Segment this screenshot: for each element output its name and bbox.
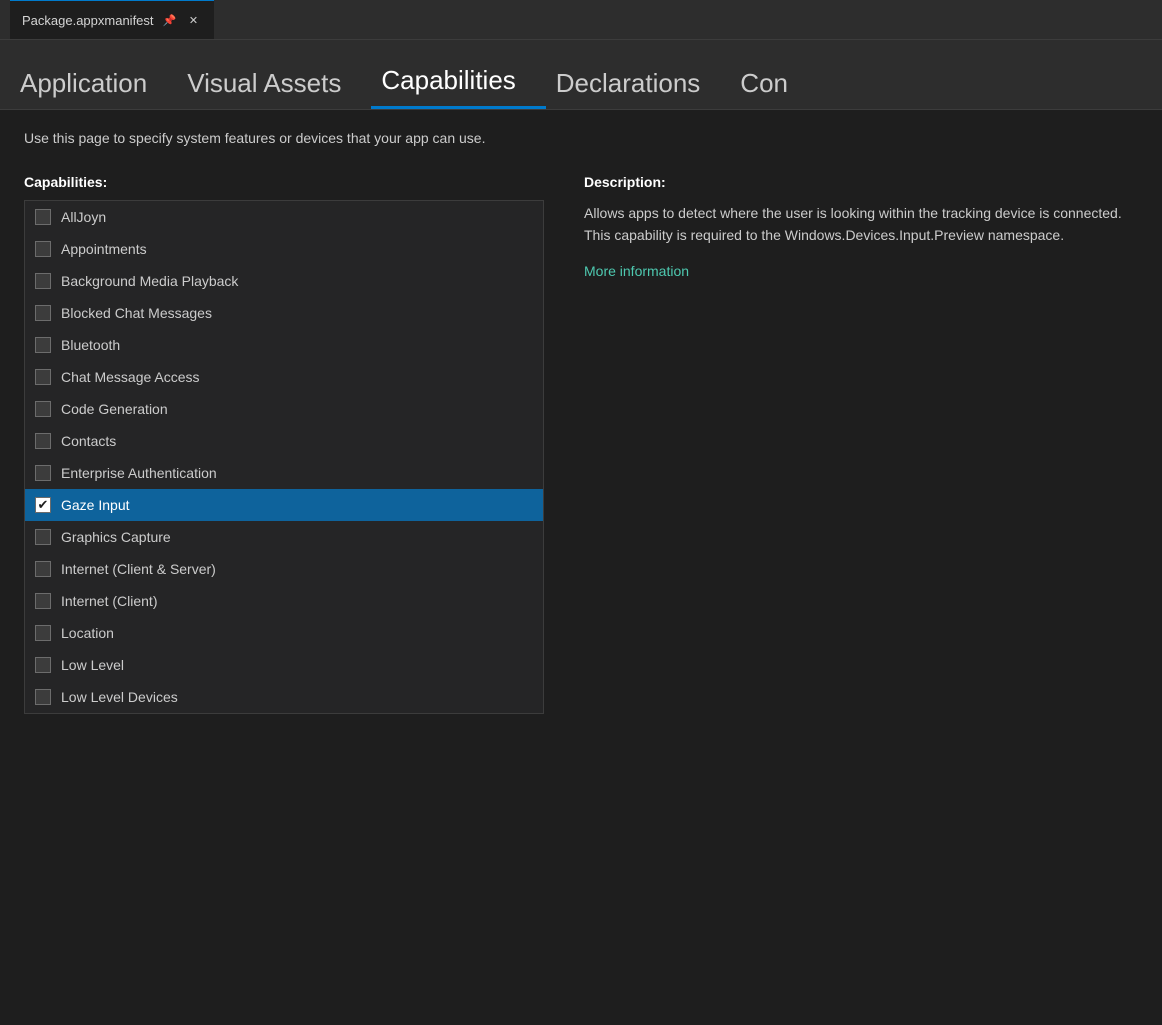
capability-item-background-media-playback[interactable]: Background Media Playback	[25, 265, 543, 297]
tab-visual-assets[interactable]: Visual Assets	[177, 40, 371, 109]
capability-label-bluetooth: Bluetooth	[61, 337, 120, 353]
capability-item-internet-client[interactable]: Internet (Client)	[25, 585, 543, 617]
capability-item-internet-client-server[interactable]: Internet (Client & Server)	[25, 553, 543, 585]
right-column: Description: Allows apps to detect where…	[584, 174, 1138, 714]
description-text: Allows apps to detect where the user is …	[584, 202, 1138, 247]
more-info-link[interactable]: More information	[584, 263, 689, 279]
capability-label-internet-client-server: Internet (Client & Server)	[61, 561, 216, 577]
file-tab-label: Package.appxmanifest	[22, 13, 154, 28]
capability-item-bluetooth[interactable]: Bluetooth	[25, 329, 543, 361]
capability-label-background-media-playback: Background Media Playback	[61, 273, 238, 289]
checkbox-blocked-chat-messages[interactable]	[35, 305, 51, 321]
checkbox-graphics-capture[interactable]	[35, 529, 51, 545]
capability-label-contacts: Contacts	[61, 433, 116, 449]
capability-item-location[interactable]: Location	[25, 617, 543, 649]
checkbox-internet-client-server[interactable]	[35, 561, 51, 577]
title-bar: Package.appxmanifest 📌 ✕	[0, 0, 1162, 40]
capability-label-code-generation: Code Generation	[61, 401, 168, 417]
checkbox-low-level-devices[interactable]	[35, 689, 51, 705]
description-section-label: Description:	[584, 174, 1138, 190]
capability-item-enterprise-authentication[interactable]: Enterprise Authentication	[25, 457, 543, 489]
checkbox-internet-client[interactable]	[35, 593, 51, 609]
capabilities-list[interactable]: AllJoyn Appointments Background Media Pl…	[25, 201, 543, 713]
left-column: Capabilities: AllJoyn Appointments Backg…	[24, 174, 544, 714]
capabilities-section-label: Capabilities:	[24, 174, 544, 190]
capability-item-code-generation[interactable]: Code Generation	[25, 393, 543, 425]
nav-tabs: Application Visual Assets Capabilities D…	[0, 40, 1162, 110]
capability-item-low-level-devices[interactable]: Low Level Devices	[25, 681, 543, 713]
capability-label-appointments: Appointments	[61, 241, 147, 257]
capability-item-chat-message-access[interactable]: Chat Message Access	[25, 361, 543, 393]
capability-label-alljoyn: AllJoyn	[61, 209, 106, 225]
checkbox-alljoyn[interactable]	[35, 209, 51, 225]
capability-item-graphics-capture[interactable]: Graphics Capture	[25, 521, 543, 553]
checkbox-low-level[interactable]	[35, 657, 51, 673]
checkbox-appointments[interactable]	[35, 241, 51, 257]
capability-label-low-level: Low Level	[61, 657, 124, 673]
close-icon[interactable]: ✕	[186, 12, 202, 28]
capability-item-contacts[interactable]: Contacts	[25, 425, 543, 457]
capability-label-chat-message-access: Chat Message Access	[61, 369, 200, 385]
capability-label-blocked-chat-messages: Blocked Chat Messages	[61, 305, 212, 321]
checkbox-gaze-input[interactable]: ✔	[35, 497, 51, 513]
capability-item-alljoyn[interactable]: AllJoyn	[25, 201, 543, 233]
tab-capabilities[interactable]: Capabilities	[371, 40, 545, 109]
capability-item-low-level[interactable]: Low Level	[25, 649, 543, 681]
page-description: Use this page to specify system features…	[24, 130, 1138, 146]
tab-application[interactable]: Application	[20, 40, 177, 109]
checkbox-chat-message-access[interactable]	[35, 369, 51, 385]
file-tab[interactable]: Package.appxmanifest 📌 ✕	[10, 0, 214, 39]
checkbox-enterprise-authentication[interactable]	[35, 465, 51, 481]
pin-icon[interactable]: 📌	[162, 12, 178, 28]
capability-label-internet-client: Internet (Client)	[61, 593, 157, 609]
checkbox-code-generation[interactable]	[35, 401, 51, 417]
two-column-layout: Capabilities: AllJoyn Appointments Backg…	[24, 174, 1138, 714]
checkbox-bluetooth[interactable]	[35, 337, 51, 353]
capabilities-list-wrapper: AllJoyn Appointments Background Media Pl…	[24, 200, 544, 714]
checkbox-contacts[interactable]	[35, 433, 51, 449]
capability-item-gaze-input[interactable]: ✔ Gaze Input	[25, 489, 543, 521]
capability-label-enterprise-authentication: Enterprise Authentication	[61, 465, 217, 481]
capability-label-location: Location	[61, 625, 114, 641]
tab-declarations[interactable]: Declarations	[546, 40, 731, 109]
tab-con[interactable]: Con	[730, 40, 818, 109]
capability-label-low-level-devices: Low Level Devices	[61, 689, 178, 705]
checkbox-location[interactable]	[35, 625, 51, 641]
capability-label-gaze-input: Gaze Input	[61, 497, 130, 513]
capability-item-appointments[interactable]: Appointments	[25, 233, 543, 265]
page-content: Use this page to specify system features…	[0, 110, 1162, 734]
checkbox-background-media-playback[interactable]	[35, 273, 51, 289]
capability-label-graphics-capture: Graphics Capture	[61, 529, 171, 545]
capability-item-blocked-chat-messages[interactable]: Blocked Chat Messages	[25, 297, 543, 329]
